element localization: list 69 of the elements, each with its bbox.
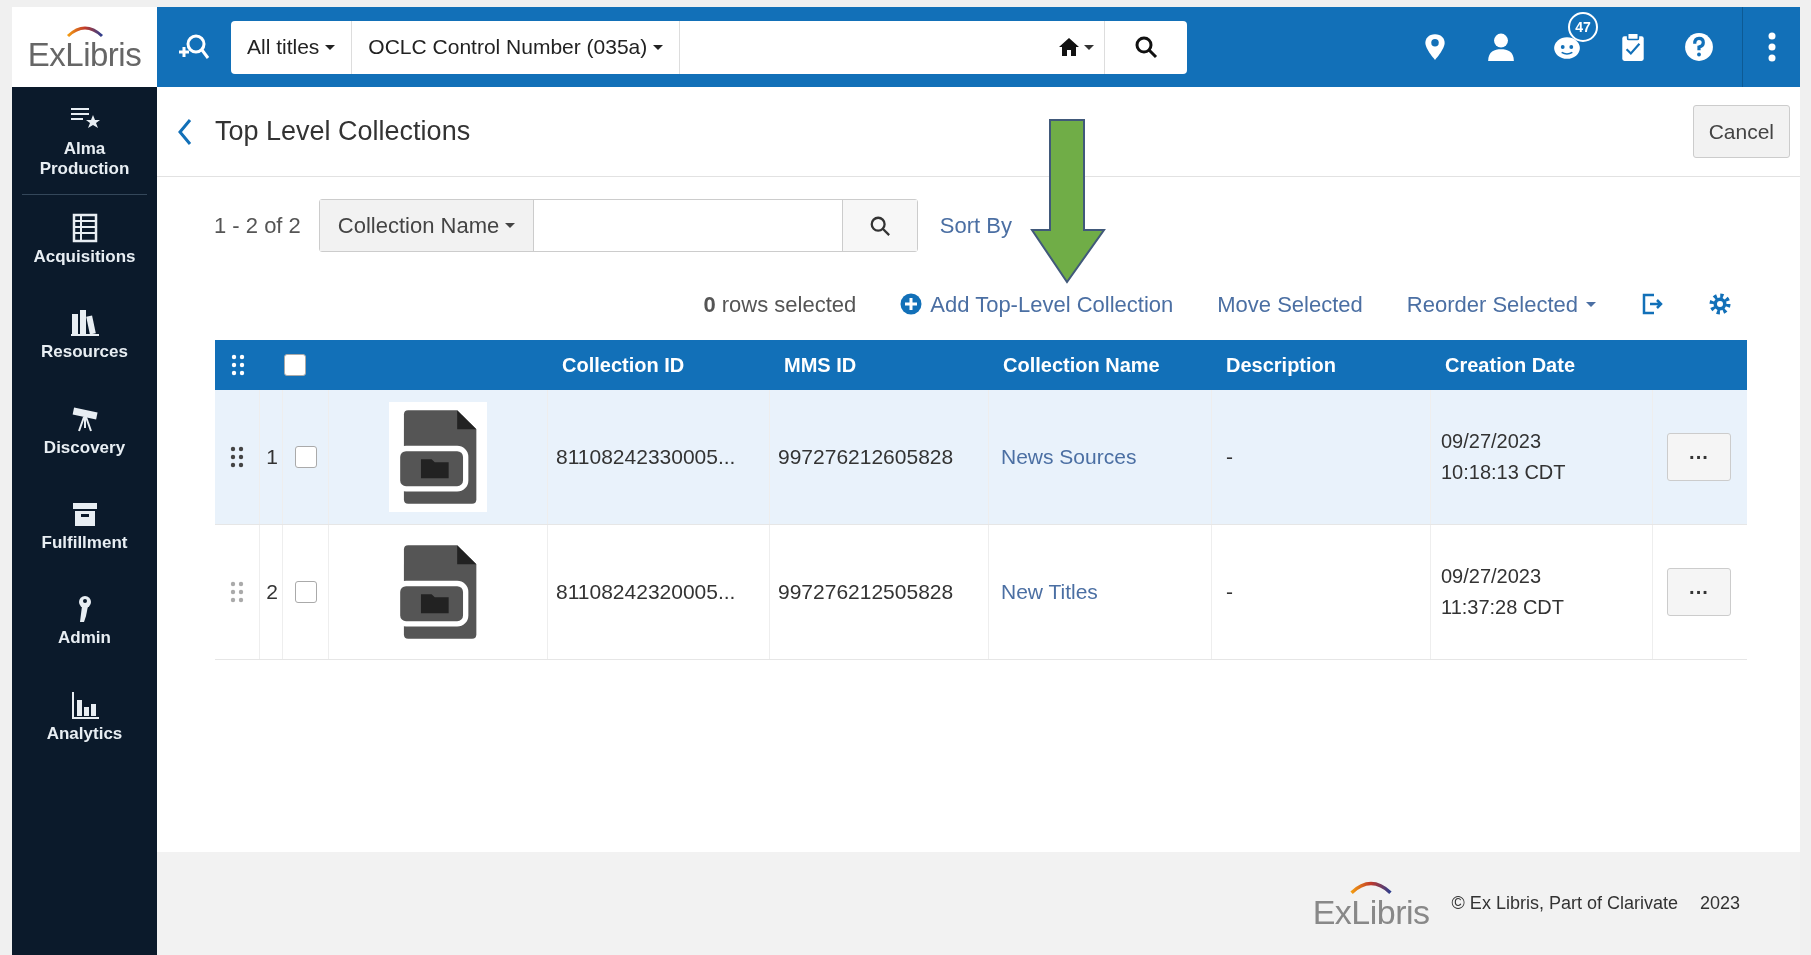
filter-search-field[interactable]: Collection Name xyxy=(318,199,918,252)
drag-handle-icon[interactable] xyxy=(230,581,244,603)
time-text: 11:37:28 CDT xyxy=(1441,595,1565,620)
table-cell-text: 997276212605828 xyxy=(778,444,954,471)
table-cell-text: 997276212505828 xyxy=(778,579,954,606)
column-header[interactable]: Creation Date xyxy=(1445,350,1576,380)
result-count: 1 - 2 of 2 xyxy=(214,212,301,240)
settings-icon[interactable] xyxy=(1708,292,1732,316)
notification-count: 47 xyxy=(1568,12,1598,42)
time-text: 10:18:13 CDT xyxy=(1441,460,1566,485)
caret-icon xyxy=(1084,44,1094,50)
column-header[interactable]: MMS ID xyxy=(784,350,857,380)
table-cell-text: 81108242330005... xyxy=(556,444,736,471)
column-header[interactable]: Collection Name xyxy=(1003,350,1160,380)
row-actions-button[interactable]: ··· xyxy=(1667,568,1731,616)
user-icon[interactable] xyxy=(1486,32,1516,62)
export-icon[interactable] xyxy=(1640,292,1664,316)
caret-icon xyxy=(1586,301,1596,307)
page-title: Top Level Collections xyxy=(215,115,471,148)
help-icon[interactable] xyxy=(1684,32,1714,62)
cancel-button[interactable]: Cancel xyxy=(1692,104,1790,159)
sort-dropdown[interactable]: Sort By xyxy=(939,209,1012,242)
caret-icon xyxy=(325,44,336,50)
drag-handle-icon[interactable] xyxy=(230,446,244,468)
date-text: 09/27/2023 xyxy=(1441,429,1542,454)
back-icon[interactable] xyxy=(177,117,193,146)
collection-name-link[interactable]: News Sources xyxy=(1001,441,1137,473)
footer-logo-text: ExLibris xyxy=(1312,894,1430,929)
caret-icon xyxy=(653,44,664,50)
search-icon xyxy=(1134,35,1158,59)
copyright-text: © Ex Libris, Part of Clarivate xyxy=(1451,892,1678,915)
sidebar-item[interactable]: Admin xyxy=(12,590,157,663)
date-text: 09/27/2023 xyxy=(1441,564,1542,589)
row-number: 1 xyxy=(266,444,278,471)
drag-handle-icon[interactable] xyxy=(230,354,245,376)
field-dropdown[interactable]: OCLC Control Number (035a) xyxy=(352,20,681,74)
column-header[interactable]: Collection ID xyxy=(562,350,685,380)
sidebar-item[interactable]: Fulfillment xyxy=(12,494,157,568)
table-cell-text: - xyxy=(1226,579,1233,606)
rows-selected-text: 0 rows selected xyxy=(703,290,857,319)
search-icon[interactable] xyxy=(868,214,891,237)
sidebar-item[interactable]: Analytics xyxy=(12,685,157,759)
books-icon xyxy=(68,308,101,339)
table-cell-text: - xyxy=(1226,444,1233,471)
scope-dropdown[interactable]: All titles xyxy=(231,20,353,74)
move-selected-link[interactable]: Move Selected xyxy=(1217,287,1363,321)
row-checkbox[interactable] xyxy=(294,581,317,603)
sidebar-item[interactable]: Resources xyxy=(12,304,157,377)
sidebar-item[interactable]: Acquisitions xyxy=(12,208,157,282)
table-cell-text: 81108242320005... xyxy=(556,579,736,606)
table-row[interactable]: 2 81108242320005... 997276212505828 New Titles - 09/27/2023 11:37:28 CDT ··· xyxy=(215,525,1747,660)
add-collection-link[interactable]: Add Top-Level Collection xyxy=(900,287,1174,321)
home-icon xyxy=(1058,37,1080,57)
row-number: 2 xyxy=(266,579,278,606)
more-menu-icon[interactable] xyxy=(1767,32,1776,62)
logo-text: ExLibris xyxy=(27,37,142,71)
copyright-year: 2023 xyxy=(1699,892,1740,915)
rainbow-arc-icon xyxy=(64,23,105,38)
row-checkbox[interactable] xyxy=(294,446,317,468)
plus-circle-icon xyxy=(900,293,923,315)
row-actions-button[interactable]: ··· xyxy=(1667,433,1731,481)
home-dropdown[interactable] xyxy=(1058,37,1094,57)
caret-icon xyxy=(505,223,516,228)
reorder-dropdown[interactable]: Reorder Selected xyxy=(1406,287,1596,321)
table-row[interactable]: 1 81108242330005... 997276212605828 News Sources - 09/27/2023 10:18:13 CDT ··· xyxy=(215,390,1747,525)
select-all-checkbox[interactable] xyxy=(283,354,306,376)
collection-name-link[interactable]: New Titles xyxy=(1001,576,1098,608)
column-header[interactable]: Description xyxy=(1226,350,1337,380)
sidebar-item[interactable]: Discovery xyxy=(12,399,157,472)
